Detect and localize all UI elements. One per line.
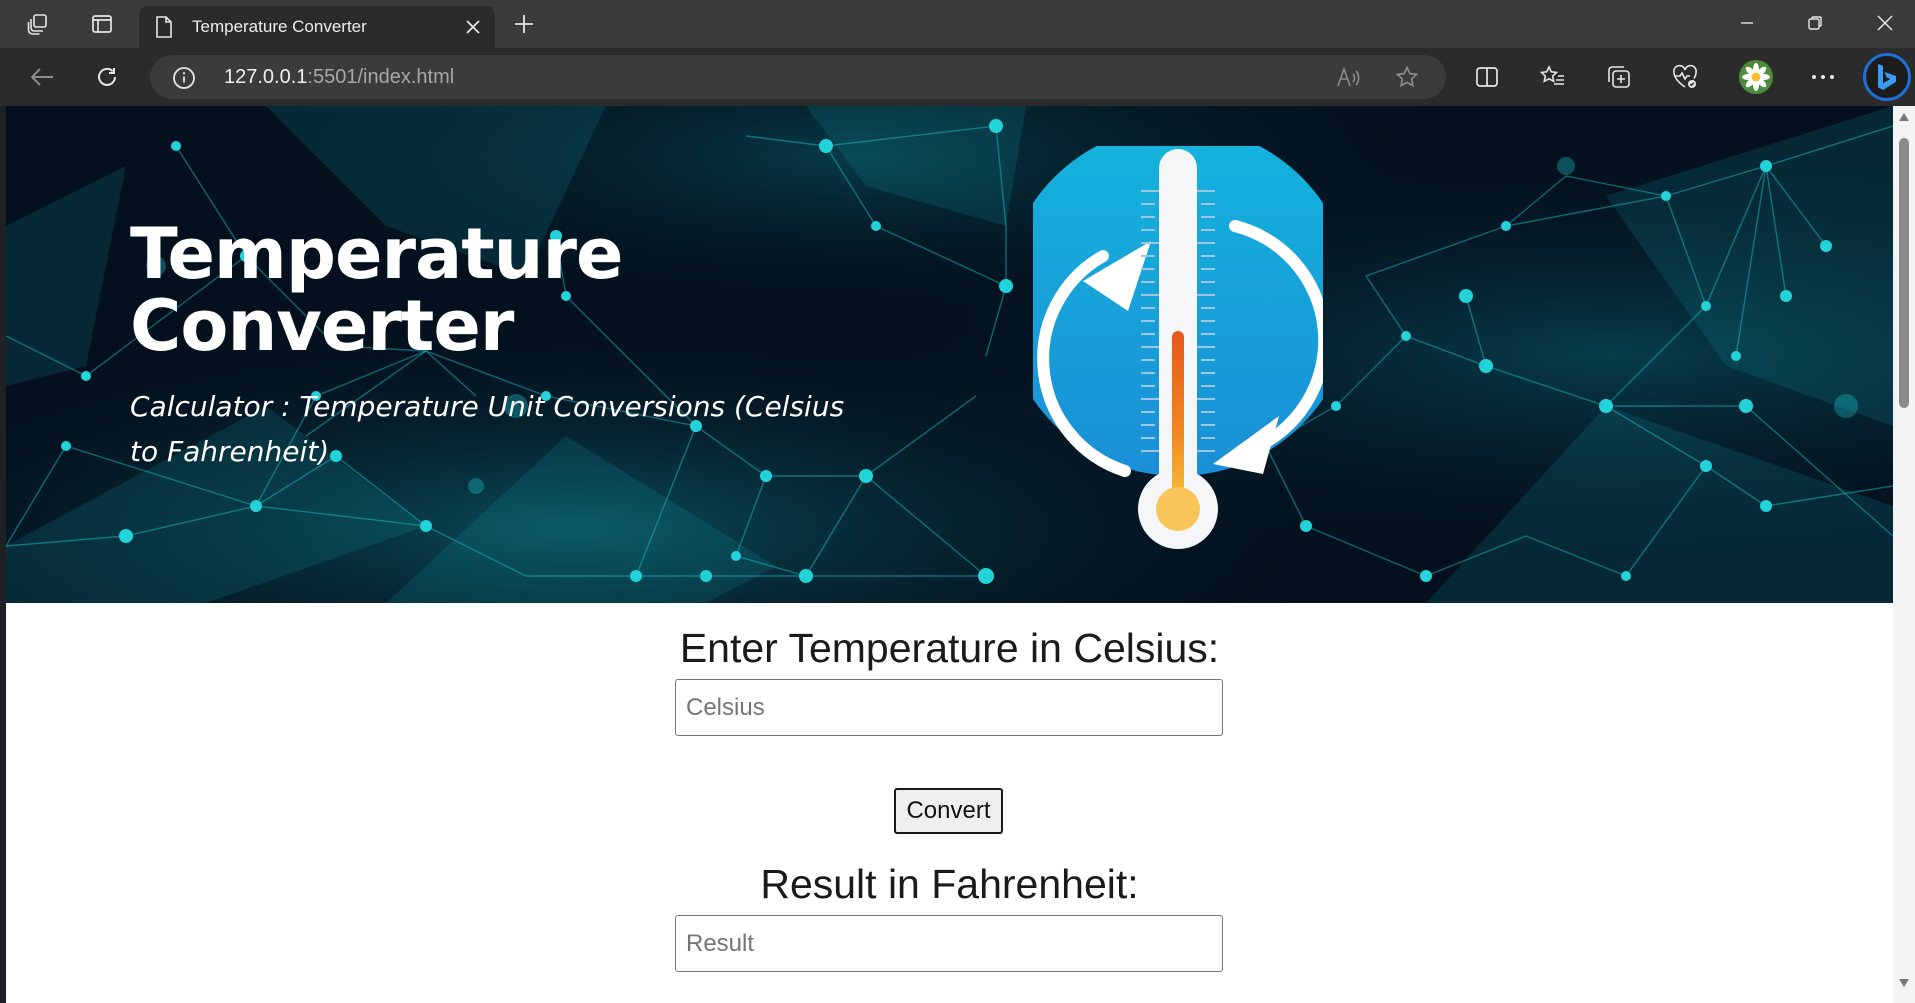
vertical-tabs-icon[interactable] xyxy=(86,8,118,40)
tab-title: Temperature Converter xyxy=(192,17,367,36)
info-icon[interactable] xyxy=(172,66,196,94)
converter-form: Enter Temperature in Celsius: Convert Re… xyxy=(6,603,1893,1003)
celsius-label: Enter Temperature in Celsius: xyxy=(679,625,1220,671)
page-icon xyxy=(155,16,173,42)
scroll-up-icon[interactable] xyxy=(1898,112,1910,122)
star-icon[interactable] xyxy=(1391,62,1423,92)
new-tab-button[interactable] xyxy=(508,8,540,40)
result-label: Result in Fahrenheit: xyxy=(760,861,1139,907)
tab-temperature-converter[interactable]: Temperature Converter xyxy=(139,6,495,48)
heart-pulse-icon[interactable] xyxy=(1667,60,1703,94)
page-scrollbar[interactable] xyxy=(1893,106,1915,1003)
minimize-button[interactable] xyxy=(1717,0,1777,46)
celsius-input[interactable] xyxy=(675,679,1223,736)
bing-icon[interactable] xyxy=(1863,53,1911,101)
collections-icon[interactable] xyxy=(1601,60,1637,94)
scrollbar-thumb[interactable] xyxy=(1899,138,1909,408)
browser-toolbar: 127.0.0.1:5501/index.html xyxy=(0,48,1915,106)
back-arrow-icon[interactable] xyxy=(24,60,60,94)
refresh-icon[interactable] xyxy=(89,60,125,94)
split-screen-icon[interactable] xyxy=(1469,60,1505,94)
thermometer-convert-icon xyxy=(1033,146,1323,549)
workspaces-icon[interactable] xyxy=(22,8,54,40)
close-window-button[interactable] xyxy=(1855,0,1915,46)
read-aloud-icon[interactable] xyxy=(1333,62,1365,92)
restore-button[interactable] xyxy=(1785,0,1845,46)
profile-avatar[interactable] xyxy=(1739,60,1773,94)
url-host: 127.0.0.1 xyxy=(224,66,308,88)
page-title: Temperature Converter xyxy=(130,213,624,367)
result-field[interactable] xyxy=(675,915,1223,972)
close-tab-icon[interactable] xyxy=(459,13,487,41)
hero-banner: Temperature Converter Calculator : Tempe… xyxy=(6,106,1893,603)
page-subtitle: Calculator : Temperature Unit Conversion… xyxy=(130,390,845,468)
page-viewport: Temperature Converter Calculator : Tempe… xyxy=(6,106,1893,1003)
url-text[interactable]: 127.0.0.1:5501/index.html xyxy=(224,66,454,89)
convert-button[interactable]: Convert xyxy=(894,788,1003,834)
favorites-list-icon[interactable] xyxy=(1535,60,1571,94)
url-path: :5501/index.html xyxy=(307,66,455,88)
scroll-down-icon[interactable] xyxy=(1898,978,1910,988)
tab-strip: Temperature Converter xyxy=(0,0,1915,48)
more-dots-icon[interactable] xyxy=(1805,60,1841,94)
address-bar[interactable]: 127.0.0.1:5501/index.html xyxy=(150,55,1446,99)
